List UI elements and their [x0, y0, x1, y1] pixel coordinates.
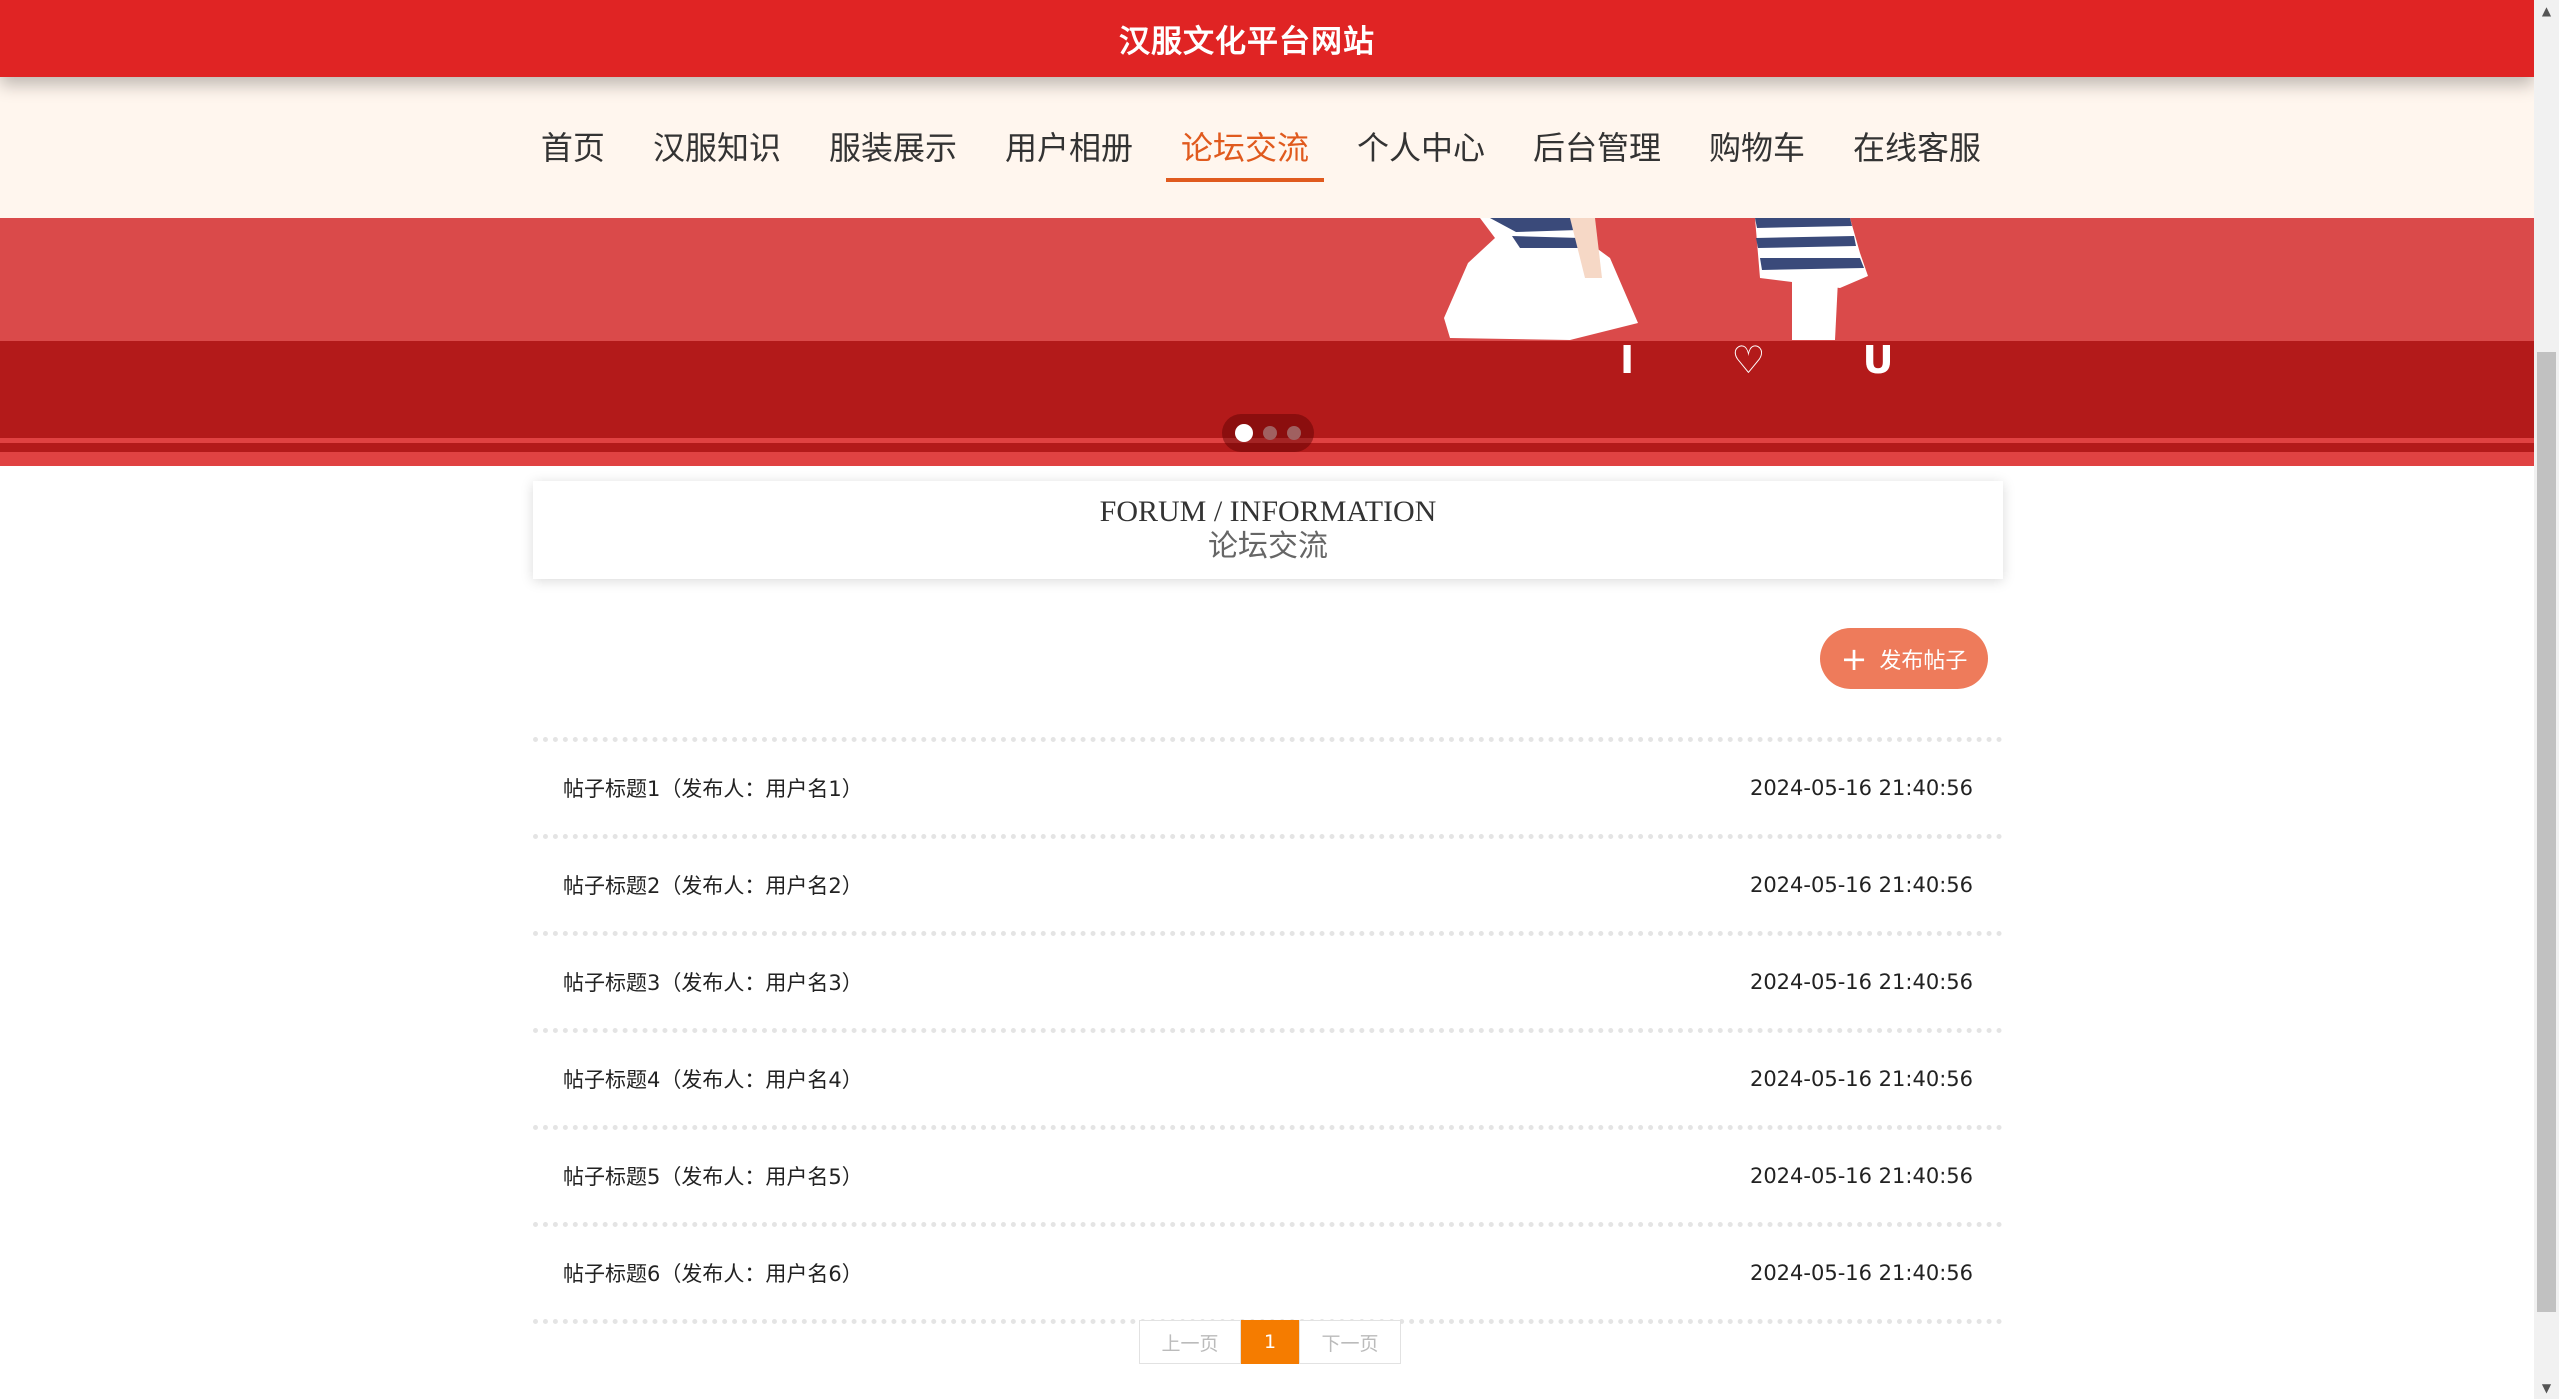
post-title: 帖子标题3（发布人：用户名3） [563, 971, 863, 995]
post-date: 2024-05-16 21:40:56 [1749, 776, 1973, 800]
post-title: 帖子标题2（发布人：用户名2） [563, 874, 863, 898]
post-list: 帖子标题1（发布人：用户名1） 2024-05-16 21:40:56 帖子标题… [533, 737, 2003, 1324]
nav-item-forum[interactable]: 论坛交流 [1165, 126, 1324, 182]
post-date: 2024-05-16 21:40:56 [1749, 1067, 1973, 1091]
couple-illustration [1444, 218, 1868, 340]
nav-items: 首页 汉服知识 服装展示 用户相册 论坛交流 个人中心 后台管理 购物车 在线客… [517, 126, 2005, 182]
scrollbar-thumb[interactable] [2537, 352, 2556, 1312]
post-date: 2024-05-16 21:40:56 [1749, 873, 1973, 897]
nav-item-clothing-showcase[interactable]: 服装展示 [814, 126, 972, 182]
vertical-scrollbar[interactable]: ▲ ▼ [2534, 0, 2559, 1399]
list-item[interactable]: 帖子标题3（发布人：用户名3） 2024-05-16 21:40:56 [533, 931, 2003, 1028]
banner-stripe [0, 452, 2534, 466]
site-header: 汉服文化平台网站 [0, 0, 2534, 77]
publish-post-button[interactable]: + 发布帖子 [1820, 628, 1988, 689]
nav-item-home[interactable]: 首页 [526, 126, 620, 182]
plus-icon: + [1840, 639, 1868, 678]
list-item[interactable]: 帖子标题2（发布人：用户名2） 2024-05-16 21:40:56 [533, 834, 2003, 931]
nav-item-admin[interactable]: 后台管理 [1518, 126, 1676, 182]
banner-upper-band [0, 218, 2534, 341]
page: 汉服文化平台网站 首页 汉服知识 服装展示 用户相册 论坛交流 个人中心 后台管… [0, 0, 2534, 1399]
post-date: 2024-05-16 21:40:56 [1749, 1261, 1973, 1285]
scroll-down-arrow-icon[interactable]: ▼ [2534, 1377, 2559, 1399]
list-item[interactable]: 帖子标题1（发布人：用户名1） 2024-05-16 21:40:56 [533, 737, 2003, 834]
post-title: 帖子标题1（发布人：用户名1） [563, 777, 863, 801]
forum-heading: FORUM / INFORMATION 论坛交流 [533, 481, 2003, 579]
nav-item-user-album[interactable]: 用户相册 [990, 126, 1148, 182]
prev-page-button[interactable]: 上一页 [1139, 1320, 1241, 1364]
heading-english: FORUM / INFORMATION [1099, 495, 1437, 528]
post-date: 2024-05-16 21:40:56 [1749, 1164, 1973, 1188]
carousel-dot[interactable] [1235, 424, 1253, 442]
post-date: 2024-05-16 21:40:56 [1749, 970, 1973, 994]
post-title: 帖子标题4（发布人：用户名4） [563, 1068, 863, 1092]
nav-item-personal-center[interactable]: 个人中心 [1342, 126, 1500, 182]
list-item[interactable]: 帖子标题5（发布人：用户名5） 2024-05-16 21:40:56 [533, 1125, 2003, 1222]
list-item[interactable]: 帖子标题6（发布人：用户名6） 2024-05-16 21:40:56 [533, 1222, 2003, 1324]
nav-item-cart[interactable]: 购物车 [1694, 126, 1820, 182]
nav-item-customer-service[interactable]: 在线客服 [1838, 126, 1996, 182]
heading-chinese: 论坛交流 [1208, 529, 1328, 564]
banner-caption: I ♡ U [1620, 338, 1936, 382]
carousel-dot[interactable] [1287, 426, 1301, 440]
post-title: 帖子标题5（发布人：用户名5） [563, 1165, 863, 1189]
scroll-up-arrow-icon[interactable]: ▲ [2534, 0, 2559, 22]
publish-post-label: 发布帖子 [1879, 648, 1968, 674]
post-title: 帖子标题6（发布人：用户名6） [563, 1262, 863, 1286]
banner-carousel[interactable]: I ♡ U [0, 218, 2534, 466]
nav-item-hanfu-knowledge[interactable]: 汉服知识 [638, 126, 796, 182]
carousel-dot[interactable] [1263, 426, 1277, 440]
pagination: 上一页 1 下一页 [1139, 1320, 1401, 1364]
current-page-button[interactable]: 1 [1241, 1320, 1299, 1364]
list-item[interactable]: 帖子标题4（发布人：用户名4） 2024-05-16 21:40:56 [533, 1028, 2003, 1125]
site-title: 汉服文化平台网站 [1119, 24, 1375, 60]
next-page-button[interactable]: 下一页 [1299, 1320, 1401, 1364]
carousel-indicators [1222, 414, 1314, 452]
main-nav: 首页 汉服知识 服装展示 用户相册 论坛交流 个人中心 后台管理 购物车 在线客… [0, 77, 2534, 218]
